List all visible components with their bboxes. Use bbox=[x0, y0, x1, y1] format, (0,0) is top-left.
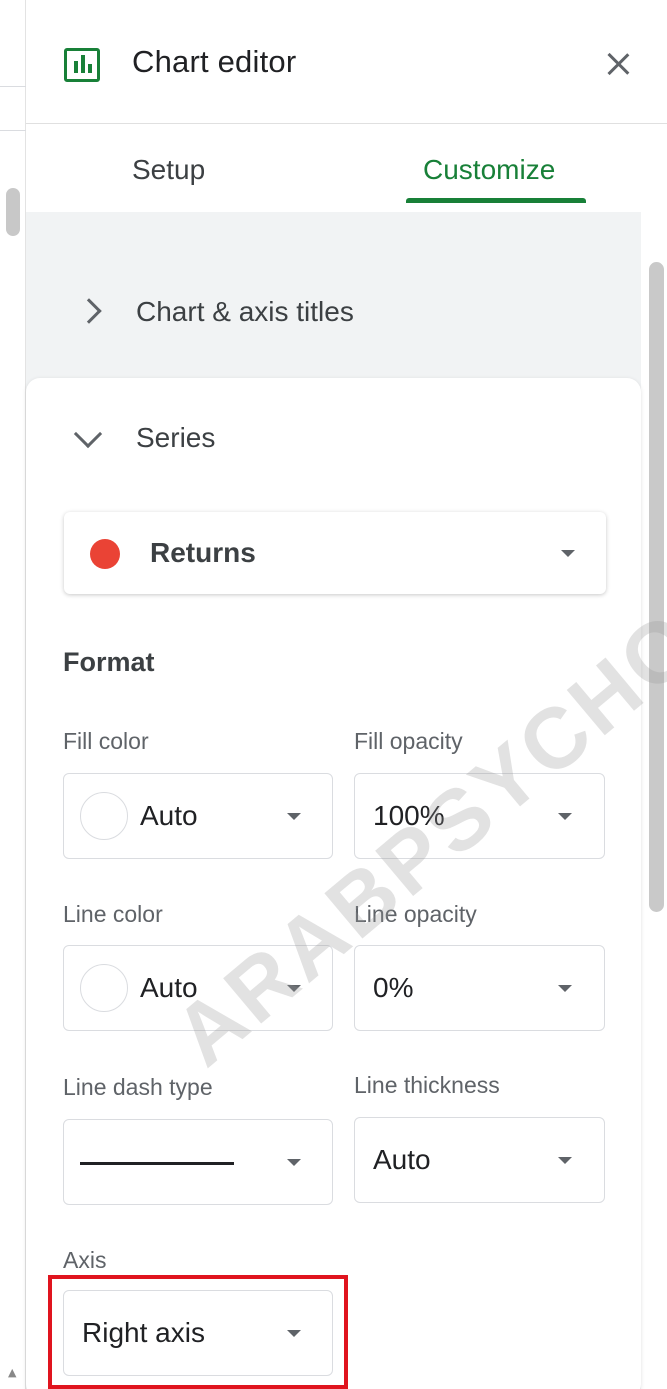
line-dash-type-label: Line dash type bbox=[63, 1074, 213, 1100]
scroll-up-arrow-icon[interactable]: ▲ bbox=[8, 1366, 16, 1379]
highlight-box bbox=[48, 1275, 348, 1389]
fill-color-label: Fill color bbox=[63, 728, 149, 754]
color-swatch bbox=[80, 792, 128, 840]
line-opacity-dropdown[interactable]: 0% bbox=[354, 945, 605, 1031]
dropdown-arrow-icon bbox=[558, 1157, 572, 1164]
solid-line-preview bbox=[80, 1162, 234, 1165]
line-color-dropdown[interactable]: Auto bbox=[63, 945, 333, 1031]
fill-opacity-label: Fill opacity bbox=[354, 728, 463, 754]
section-label[interactable]: Series bbox=[136, 422, 215, 454]
chart-editor-panel: Chart editor Setup Customize Chart & axi… bbox=[26, 0, 667, 1389]
tab-customize[interactable]: Customize bbox=[423, 154, 555, 186]
line-thickness-label: Line thickness bbox=[354, 1072, 500, 1098]
dropdown-arrow-icon bbox=[558, 813, 572, 820]
spreadsheet-edge: ▲ bbox=[0, 0, 26, 1389]
dropdown-arrow-icon bbox=[287, 1159, 301, 1166]
bar-chart-icon bbox=[64, 48, 100, 82]
panel-scrollbar[interactable] bbox=[649, 262, 664, 912]
series-color-dot bbox=[90, 539, 120, 569]
fill-color-value: Auto bbox=[140, 800, 198, 831]
series-name: Returns bbox=[150, 537, 256, 568]
dropdown-arrow-icon bbox=[558, 985, 572, 992]
sheet-scrollbar-thumb[interactable] bbox=[6, 188, 20, 236]
close-icon[interactable] bbox=[598, 44, 638, 84]
line-thickness-value: Auto bbox=[373, 1144, 431, 1175]
format-heading: Format bbox=[63, 647, 155, 677]
dropdown-arrow-icon bbox=[561, 550, 575, 557]
axis-label: Axis bbox=[63, 1247, 107, 1273]
row-divider bbox=[0, 86, 26, 87]
fill-opacity-dropdown[interactable]: 100% bbox=[354, 773, 605, 859]
line-color-label: Line color bbox=[63, 901, 163, 927]
line-opacity-label: Line opacity bbox=[354, 901, 477, 927]
row-divider bbox=[0, 130, 26, 131]
line-color-value: Auto bbox=[140, 972, 198, 1003]
dropdown-arrow-icon bbox=[287, 985, 301, 992]
line-opacity-value: 0% bbox=[373, 972, 414, 1003]
series-dropdown[interactable]: Returns bbox=[64, 512, 606, 594]
active-tab-indicator bbox=[406, 198, 586, 203]
chart-editor-header: Chart editor bbox=[26, 0, 667, 124]
panel-title: Chart editor bbox=[132, 44, 297, 79]
fill-opacity-value: 100% bbox=[373, 800, 445, 831]
section-label[interactable]: Chart & axis titles bbox=[136, 296, 354, 328]
line-thickness-dropdown[interactable]: Auto bbox=[354, 1117, 605, 1203]
fill-color-dropdown[interactable]: Auto bbox=[63, 773, 333, 859]
dropdown-arrow-icon bbox=[287, 813, 301, 820]
line-dash-type-dropdown[interactable] bbox=[63, 1119, 333, 1205]
tab-setup[interactable]: Setup bbox=[132, 154, 205, 186]
color-swatch bbox=[80, 964, 128, 1012]
editor-tabs: Setup Customize bbox=[26, 124, 667, 212]
